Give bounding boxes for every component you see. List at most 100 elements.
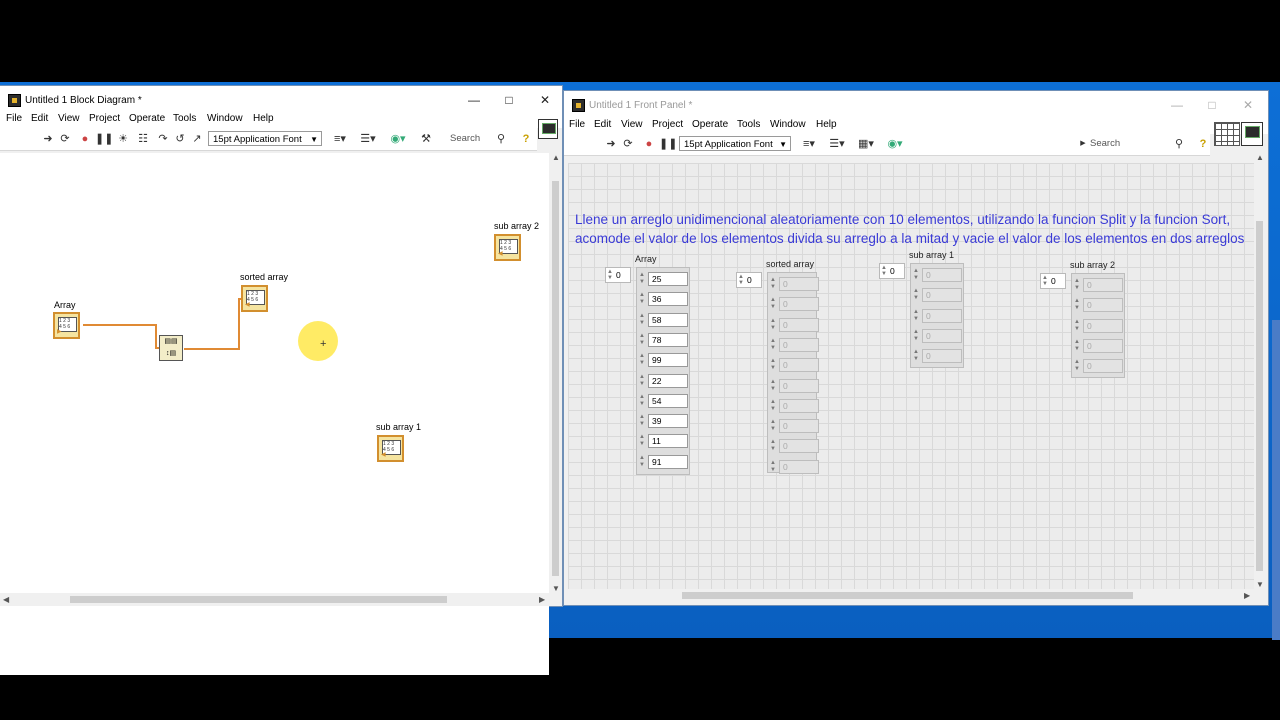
bd-menu-window[interactable]: Window — [207, 113, 243, 124]
align-objects-icon[interactable]: ≡▾ — [799, 137, 819, 151]
fp-menu-operate[interactable]: Operate — [692, 119, 728, 130]
step-over-icon[interactable]: ↺ — [173, 132, 187, 146]
array-element-value[interactable]: 0 — [779, 378, 819, 393]
fp-horizontal-scroll-thumb[interactable] — [682, 592, 1133, 599]
bd-horizontal-scroll-thumb[interactable] — [70, 596, 447, 603]
fp-vi-icon[interactable] — [1241, 122, 1263, 146]
element-spinner-icon[interactable]: ▲ ▼ — [639, 414, 645, 428]
bd-search-input[interactable]: Search — [450, 131, 480, 146]
array-element-value[interactable]: 0 — [779, 358, 819, 373]
array-element[interactable]: ▲ ▼ 58 — [639, 312, 688, 328]
array-element[interactable]: ▲ ▼ 25 — [639, 271, 688, 287]
array-element-value[interactable]: 54 — [648, 393, 688, 408]
array-element-value[interactable]: 11 — [648, 434, 688, 449]
array-element[interactable]: ▲ ▼ 0 — [770, 398, 819, 414]
array-element[interactable]: ▲ ▼ 0 — [913, 308, 962, 324]
element-spinner-icon[interactable]: ▲ ▼ — [913, 309, 919, 323]
array-element[interactable]: ▲ ▼ 0 — [1074, 318, 1123, 334]
element-spinner-icon[interactable]: ▲ ▼ — [639, 272, 645, 286]
pause-icon[interactable]: ❚❚ — [95, 132, 113, 146]
array-element-value[interactable]: 91 — [648, 454, 688, 469]
element-spinner-icon[interactable]: ▲ ▼ — [770, 358, 776, 372]
fp-menu-project[interactable]: Project — [652, 119, 683, 130]
element-spinner-icon[interactable]: ▲ ▼ — [770, 439, 776, 453]
element-spinner-icon[interactable]: ▲ ▼ — [913, 349, 919, 363]
array-element[interactable]: ▲ ▼ 0 — [770, 296, 819, 312]
scroll-up-icon[interactable]: ▲ — [1256, 153, 1264, 162]
element-spinner-icon[interactable]: ▲ ▼ — [770, 297, 776, 311]
fp-vertical-scrollbar[interactable]: ▲ ▼ — [1254, 153, 1266, 589]
retain-wire-values-icon[interactable]: ☷ — [136, 132, 150, 146]
array-index-display[interactable]: ▲ ▼ 0 — [605, 267, 631, 283]
scroll-down-icon[interactable]: ▼ — [552, 584, 560, 593]
cleanup-diagram-icon[interactable]: ⚒ — [417, 132, 435, 146]
fp-minimize-icon[interactable]: — — [1163, 96, 1191, 114]
array-element-value[interactable]: 99 — [648, 353, 688, 368]
bd-menu-edit[interactable]: Edit — [31, 113, 48, 124]
array-element[interactable]: ▲ ▼ 0 — [770, 317, 819, 333]
array-element-value[interactable]: 39 — [648, 414, 688, 429]
element-spinner-icon[interactable]: ▲ ▼ — [770, 419, 776, 433]
element-spinner-icon[interactable]: ▲ ▼ — [639, 434, 645, 448]
fp-menu-tools[interactable]: Tools — [737, 119, 760, 130]
array-element[interactable]: ▲ ▼ 0 — [1074, 338, 1123, 354]
array-element-value[interactable]: 0 — [1083, 298, 1123, 313]
abort-icon[interactable]: ● — [78, 132, 92, 146]
wire-array-to-sort-vertical[interactable] — [155, 324, 157, 349]
array-element[interactable]: ▲ ▼ 78 — [639, 332, 688, 348]
array-element[interactable]: ▲ ▼ 0 — [770, 438, 819, 454]
run-continuously-icon[interactable]: ⟳ — [621, 137, 635, 151]
element-spinner-icon[interactable]: ▲ ▼ — [913, 268, 919, 282]
array-element[interactable]: ▲ ▼ 0 — [913, 348, 962, 364]
element-spinner-icon[interactable]: ▲ ▼ — [1074, 339, 1080, 353]
element-spinner-icon[interactable]: ▲ ▼ — [639, 313, 645, 327]
sorted-array-indicator-terminal[interactable]: 1 2 34 5 6 ◀ — [241, 285, 268, 312]
array-element[interactable]: ▲ ▼ 0 — [913, 267, 962, 283]
sorted-array-index-display[interactable]: ▲ ▼ 0 — [736, 272, 762, 288]
array-element-value[interactable]: 22 — [648, 373, 688, 388]
array-element-value[interactable]: 0 — [779, 297, 819, 312]
array-control-terminal[interactable]: 1 2 34 5 6 ▶ — [53, 312, 80, 339]
bd-font-select[interactable]: 15pt Application Font ▼ — [208, 131, 322, 146]
fp-menu-edit[interactable]: Edit — [594, 119, 611, 130]
array-element-value[interactable]: 0 — [779, 459, 819, 474]
bd-close-icon[interactable]: ✕ — [531, 91, 559, 109]
fp-search-input[interactable]: Search — [1090, 136, 1120, 151]
array-element[interactable]: ▲ ▼ 39 — [639, 413, 688, 429]
bd-vertical-scrollbar[interactable]: ▲ ▼ — [549, 153, 562, 593]
array-element[interactable]: ▲ ▼ 0 — [1074, 277, 1123, 293]
array-element-value[interactable]: 0 — [922, 288, 962, 303]
element-spinner-icon[interactable]: ▲ ▼ — [913, 329, 919, 343]
index-spinner-icon[interactable]: ▲ ▼ — [607, 269, 613, 281]
bd-menu-tools[interactable]: Tools — [173, 113, 196, 124]
sort-1d-array-function[interactable]: ▤▤ ↕▤ — [159, 335, 183, 361]
array-element-value[interactable]: 0 — [922, 268, 962, 282]
index-spinner-icon[interactable]: ▲ ▼ — [1042, 275, 1048, 287]
step-out-icon[interactable]: ↗ — [190, 132, 204, 146]
element-spinner-icon[interactable]: ▲ ▼ — [1074, 278, 1080, 292]
array-element[interactable]: ▲ ▼ 91 — [639, 454, 688, 470]
element-spinner-icon[interactable]: ▲ ▼ — [770, 318, 776, 332]
array-element[interactable]: ▲ ▼ 0 — [770, 276, 819, 292]
run-arrow-icon[interactable]: ➜ — [604, 137, 618, 151]
fp-menu-window[interactable]: Window — [770, 119, 806, 130]
bd-help-icon[interactable]: ? — [519, 132, 533, 146]
bd-menu-operate[interactable]: Operate — [129, 113, 165, 124]
element-spinner-icon[interactable]: ▲ ▼ — [639, 394, 645, 408]
fp-search-icon[interactable]: ⚲ — [1172, 137, 1186, 151]
array-element[interactable]: ▲ ▼ 0 — [1074, 297, 1123, 313]
array-element-value[interactable]: 0 — [922, 308, 962, 323]
bd-menu-project[interactable]: Project — [89, 113, 120, 124]
array-element[interactable]: ▲ ▼ 0 — [913, 287, 962, 303]
scroll-left-icon[interactable]: ◀ — [3, 595, 9, 604]
array-element-value[interactable]: 0 — [779, 277, 819, 291]
element-spinner-icon[interactable]: ▲ ▼ — [1074, 319, 1080, 333]
array-element-value[interactable]: 58 — [648, 312, 688, 327]
fp-maximize-icon[interactable]: □ — [1198, 96, 1226, 114]
scroll-down-icon[interactable]: ▼ — [1256, 580, 1264, 589]
sub-array-1-indicator-terminal[interactable]: 1 2 34 5 6 ◀ — [377, 435, 404, 462]
array-element[interactable]: ▲ ▼ 22 — [639, 373, 688, 389]
array-element[interactable]: ▲ ▼ 99 — [639, 352, 688, 368]
index-spinner-icon[interactable]: ▲ ▼ — [738, 274, 744, 286]
reorder-icon[interactable]: ◉▾ — [885, 137, 905, 151]
